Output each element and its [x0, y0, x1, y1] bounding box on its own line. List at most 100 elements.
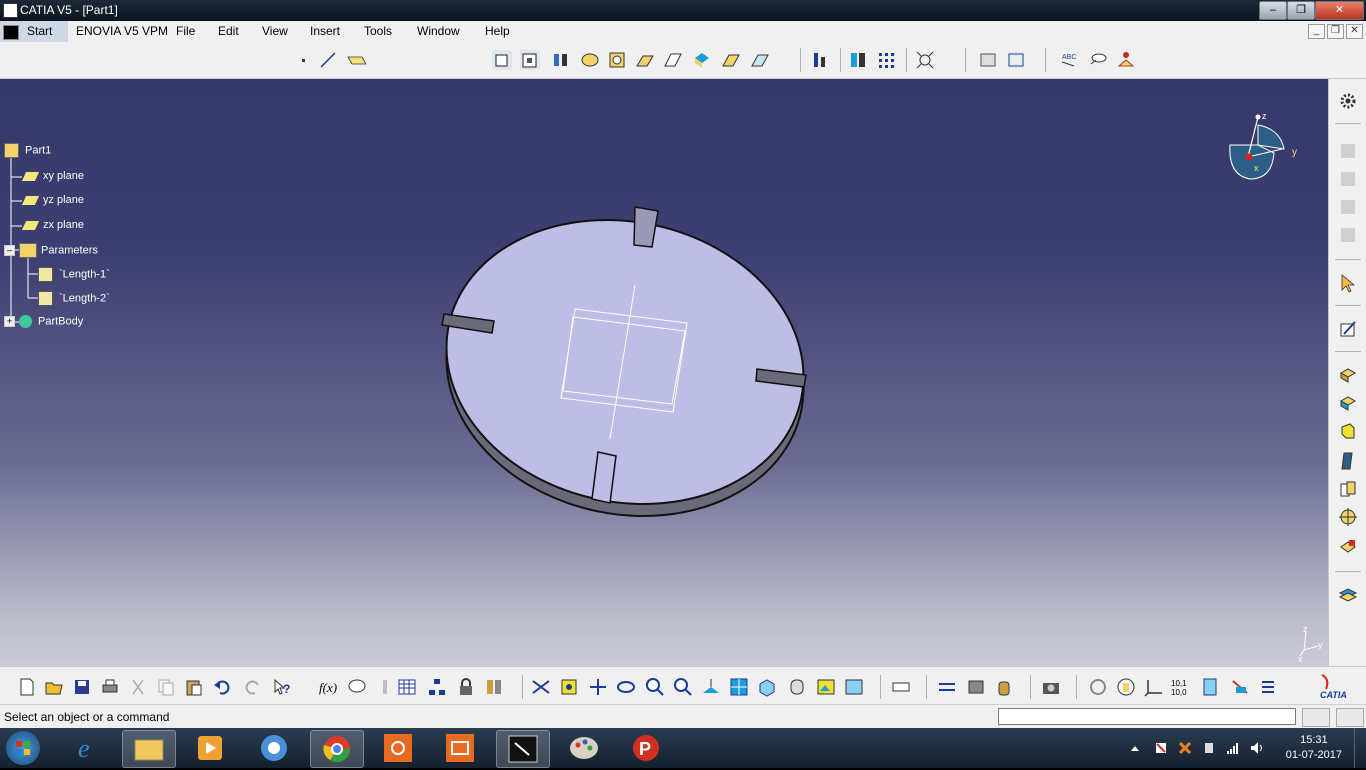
tree-node-zx-plane[interactable]: zx plane: [21, 219, 84, 231]
open-folder-icon[interactable]: [44, 677, 64, 697]
table-icon[interactable]: [397, 677, 417, 697]
tree-node-length-2[interactable]: `Length-2`: [38, 291, 110, 306]
command-input[interactable]: [998, 708, 1296, 725]
surface-icon[interactable]: [1338, 197, 1358, 217]
part-geometry[interactable]: [430, 199, 830, 519]
hide-show-icon[interactable]: [816, 677, 836, 697]
menu-file[interactable]: File: [176, 24, 195, 38]
flag-note-icon[interactable]: [1088, 50, 1108, 70]
tree-node-partbody[interactable]: + PartBody: [4, 315, 83, 328]
point-icon[interactable]: [294, 50, 314, 70]
hole-icon[interactable]: [580, 50, 600, 70]
menu-window[interactable]: Window: [417, 24, 460, 38]
new-file-icon[interactable]: [17, 677, 37, 697]
pocket-icon[interactable]: [1338, 393, 1358, 413]
fit-all-in-icon[interactable]: [915, 50, 935, 70]
camera-icon[interactable]: [1041, 677, 1061, 697]
show-desktop-button[interactable]: [1354, 728, 1366, 768]
chamfer-icon[interactable]: [663, 50, 683, 70]
3d-viewport[interactable]: Part1 xy plane yz plane zx plane – Parame…: [0, 79, 1328, 666]
relations-icon[interactable]: [484, 677, 504, 697]
plane-icon[interactable]: [346, 50, 367, 70]
doc-close-button[interactable]: ✕: [1346, 24, 1363, 39]
rib-icon[interactable]: [607, 50, 627, 70]
pad-icon[interactable]: [1338, 365, 1358, 385]
solid-icon[interactable]: [1338, 421, 1358, 441]
fillet-icon[interactable]: [635, 50, 655, 70]
undo-icon[interactable]: [212, 677, 232, 697]
menu-edit[interactable]: Edit: [218, 24, 239, 38]
boolean-icon[interactable]: [1338, 537, 1358, 557]
tree-node-length-1[interactable]: `Length-1`: [38, 267, 110, 282]
paste-icon[interactable]: [184, 677, 204, 697]
copy-icon[interactable]: [156, 677, 176, 697]
expand-toggle[interactable]: +: [4, 316, 15, 327]
shading-icon[interactable]: [787, 677, 807, 697]
surface-icon[interactable]: [1338, 169, 1358, 189]
command-button[interactable]: [1302, 708, 1330, 727]
menu-tools[interactable]: Tools: [364, 24, 392, 38]
measure-between-icon[interactable]: [891, 677, 911, 697]
tree-node-xy-plane[interactable]: xy plane: [21, 170, 84, 182]
zoom-out-icon[interactable]: [673, 677, 693, 697]
taskbar-media-player[interactable]: [184, 730, 236, 766]
tray-flag-icon[interactable]: [1154, 741, 1168, 755]
redo-icon[interactable]: [243, 677, 263, 697]
volume-icon[interactable]: [1250, 741, 1264, 755]
cut-icon[interactable]: [128, 677, 148, 697]
hierarchy-icon[interactable]: [427, 677, 447, 697]
analysis-icon[interactable]: [848, 50, 868, 70]
formula-icon[interactable]: f(x): [318, 677, 338, 697]
menu-insert[interactable]: Insert: [310, 24, 340, 38]
menu-start[interactable]: Start: [27, 24, 52, 38]
network-signal-icon[interactable]: [1226, 741, 1240, 755]
catia-app-icon[interactable]: [3, 3, 18, 18]
measure-inertia-icon[interactable]: [966, 677, 986, 697]
target-icon[interactable]: [1338, 507, 1358, 527]
comment-icon[interactable]: [347, 677, 367, 697]
macro-icon[interactable]: [375, 677, 395, 697]
swap-space-icon[interactable]: [844, 677, 864, 697]
draft-icon[interactable]: [692, 50, 712, 70]
menu-enovia[interactable]: ENOVIA V5 VPM: [76, 24, 168, 38]
deactivate-icon[interactable]: [1230, 677, 1250, 697]
line-icon[interactable]: [318, 50, 338, 70]
gear-icon[interactable]: [1338, 91, 1358, 111]
tree-node-part1[interactable]: Part1: [4, 143, 51, 158]
start-orb[interactable]: [6, 731, 40, 765]
menu-help[interactable]: Help: [485, 24, 510, 38]
sweep-icon[interactable]: [1338, 451, 1358, 471]
text-annotation-icon[interactable]: ABC: [1058, 50, 1078, 70]
plane-section-icon[interactable]: [1200, 677, 1220, 697]
save-icon[interactable]: [72, 677, 92, 697]
surface-icon[interactable]: [1338, 141, 1358, 161]
taskbar-clock[interactable]: 15:31 01-07-2017: [1286, 733, 1342, 763]
pan-icon[interactable]: [588, 677, 608, 697]
pocket-icon[interactable]: [520, 50, 540, 70]
units-icon[interactable]: 10,1 10,0: [1171, 677, 1191, 697]
command-cancel-button[interactable]: [1336, 708, 1364, 727]
taskbar-app-orange[interactable]: [372, 730, 424, 766]
taskbar-screenshot-app[interactable]: [434, 730, 486, 766]
maximize-button[interactable]: ❐: [1287, 1, 1315, 20]
close-button[interactable]: ✕: [1315, 1, 1364, 20]
tray-device-icon[interactable]: [1202, 741, 1216, 755]
normal-view-icon[interactable]: [701, 677, 721, 697]
measure-item-icon[interactable]: [937, 677, 957, 697]
select-arrow-icon[interactable]: [1338, 273, 1358, 293]
axis-system-icon[interactable]: [1144, 677, 1164, 697]
pad-icon[interactable]: [492, 50, 512, 70]
list-icon[interactable]: [1258, 677, 1278, 697]
collapse-toggle[interactable]: –: [4, 245, 15, 256]
multi-view-icon[interactable]: [729, 677, 749, 697]
multi-body-icon[interactable]: [1338, 479, 1358, 499]
doc-minimize-button[interactable]: _: [1308, 24, 1325, 39]
doc-restore-button[interactable]: ❐: [1327, 24, 1344, 39]
shell-icon[interactable]: [721, 50, 741, 70]
tree-node-parameters[interactable]: – Parameters: [4, 243, 98, 258]
taskbar-chrome[interactable]: [310, 730, 364, 768]
taskbar-paint[interactable]: [558, 730, 610, 766]
menu-view[interactable]: View: [262, 24, 288, 38]
tree-node-yz-plane[interactable]: yz plane: [21, 194, 84, 206]
taskbar-catia[interactable]: [496, 730, 550, 768]
